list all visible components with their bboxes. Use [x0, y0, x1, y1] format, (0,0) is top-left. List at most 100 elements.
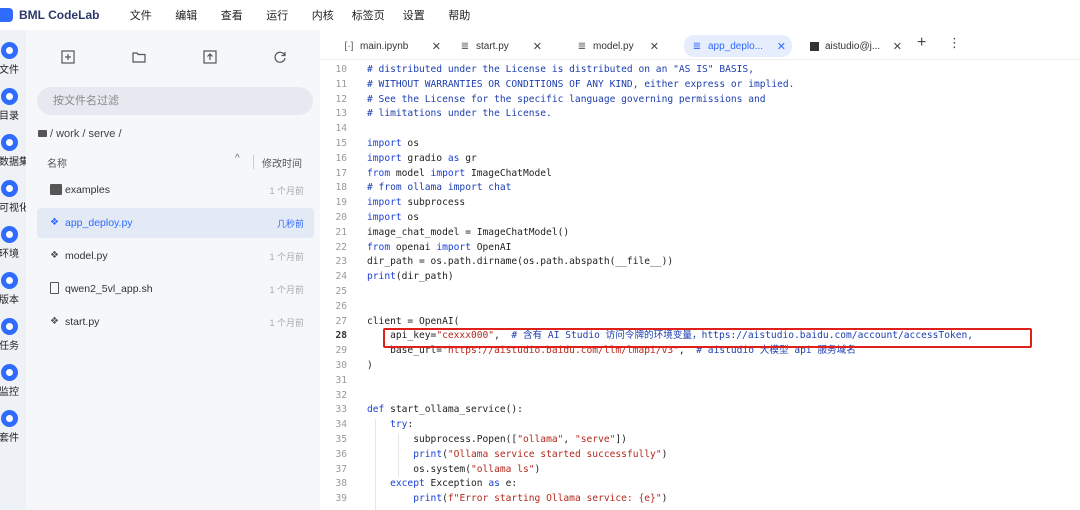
code-token: subprocess.Popen([	[367, 434, 518, 445]
new-folder-icon[interactable]	[131, 50, 147, 66]
activity-task[interactable]: 任务	[0, 318, 26, 352]
code-line[interactable]: 36 print("Ollama service started success…	[320, 448, 1080, 463]
code-line[interactable]: 38 except Exception as e:	[320, 477, 1080, 492]
activity-monitor[interactable]: 监控	[0, 364, 26, 398]
close-icon[interactable]: ✕	[432, 40, 441, 53]
terminal-icon	[810, 41, 819, 51]
code-line[interactable]: 14	[320, 122, 1080, 137]
new-launcher-icon[interactable]	[60, 50, 76, 66]
code-line[interactable]: 21 image_chat_model = ImageChatModel()	[320, 226, 1080, 241]
code-line[interactable]: 17 from model import ImageChatModel	[320, 167, 1080, 182]
line-number: 22	[335, 241, 347, 253]
upload-icon[interactable]	[202, 50, 218, 66]
menu-tabs[interactable]: 标签页	[346, 7, 392, 23]
close-icon[interactable]: ✕	[893, 40, 902, 53]
code-line[interactable]: 24 print(dir_path)	[320, 270, 1080, 285]
tab-terminal[interactable]: aistudio@j... ✕	[808, 35, 908, 57]
code-token: import	[367, 152, 402, 164]
column-name[interactable]: 名称	[47, 155, 67, 170]
code-line[interactable]: 34 try:	[320, 418, 1080, 433]
folder-icon	[50, 184, 62, 195]
tab-start-py[interactable]: ≣ start.py ✕	[458, 35, 548, 57]
activity-toc[interactable]: 目录	[0, 88, 26, 122]
code-line[interactable]: 30)	[320, 359, 1080, 374]
code-line[interactable]: 35 subprocess.Popen(["ollama", "serve"])	[320, 433, 1080, 448]
code-line[interactable]: 37 os.system("ollama ls")	[320, 463, 1080, 478]
breadcrumb: / work / serve /	[38, 128, 122, 140]
text-file-icon: ≣	[577, 40, 587, 52]
code-line[interactable]: 19 import subprocess	[320, 196, 1080, 211]
file-row-model[interactable]: ❖ model.py 1 个月前	[37, 241, 314, 271]
activity-suite[interactable]: 套件	[0, 410, 26, 444]
close-icon[interactable]: ✕	[533, 40, 542, 53]
menu-file[interactable]: 文件	[118, 7, 164, 23]
file-name: qwen2_5vl_app.sh	[65, 283, 153, 295]
line-source: import os	[367, 211, 419, 226]
code-line[interactable]: 11 # WITHOUT WARRANTIES OR CONDITIONS OF …	[320, 78, 1080, 93]
code-token: e:	[499, 478, 518, 490]
file-row-qwen-sh[interactable]: qwen2_5vl_app.sh 1 个月前	[37, 274, 314, 304]
sort-caret-icon[interactable]: ^	[235, 153, 240, 164]
activity-label: 目录	[0, 111, 19, 122]
code-line[interactable]: 39 print(f"Error starting Ollama service…	[320, 492, 1080, 507]
menu-kernel[interactable]: 内核	[300, 7, 346, 23]
column-divider	[253, 155, 254, 169]
code-line[interactable]: 32	[320, 389, 1080, 404]
close-icon[interactable]: ✕	[777, 40, 786, 53]
code-line[interactable]: 18 # from ollama import chat	[320, 181, 1080, 196]
code-token: f"Error starting Ollama service: {e}"	[447, 493, 662, 505]
column-modified[interactable]: 修改时间	[262, 155, 302, 170]
code-line[interactable]: 23 dir_path = os.path.dirname(os.path.abs…	[320, 255, 1080, 270]
activity-version[interactable]: 版本	[0, 272, 26, 306]
activity-label: 监控	[0, 387, 19, 398]
tab-main-ipynb[interactable]: [·] main.ipynb ✕	[342, 35, 447, 57]
activity-files[interactable]: 文件	[0, 42, 26, 76]
line-source: try:	[367, 418, 413, 433]
activity-visualization[interactable]: 可视化	[0, 180, 29, 214]
tab-app-deploy[interactable]: ≣ app_deplo... ✕	[684, 35, 792, 57]
code-line[interactable]: 10 # distributed under the License is dis…	[320, 63, 1080, 78]
code-line[interactable]: 12 # See the License for the specific lan…	[320, 93, 1080, 108]
menu-view[interactable]: 查看	[209, 7, 255, 23]
code-token: # WITHOUT WARRANTIES OR CONDITIONS OF AN…	[367, 78, 795, 90]
menu-run[interactable]: 运行	[255, 7, 301, 23]
line-number: 29	[335, 345, 347, 357]
menu-edit[interactable]: 编辑	[164, 7, 210, 23]
line-source: from openai import OpenAI	[367, 241, 511, 256]
add-tab-icon[interactable]: +	[917, 34, 926, 52]
breadcrumb-path[interactable]: / work / serve /	[50, 128, 122, 140]
activity-dataset[interactable]: 数据集	[0, 134, 29, 168]
code-line[interactable]: 25	[320, 285, 1080, 300]
code-line[interactable]: 22 from openai import OpenAI	[320, 241, 1080, 256]
home-folder-icon[interactable]	[38, 130, 47, 137]
code-line[interactable]: 20 import os	[320, 211, 1080, 226]
line-number: 30	[335, 360, 347, 371]
refresh-icon[interactable]	[272, 50, 288, 66]
code-line[interactable]: 16 import gradio as gr	[320, 152, 1080, 167]
activity-environment[interactable]: 环境	[0, 226, 26, 260]
folder-icon	[1, 42, 18, 59]
code-line[interactable]: 15 import os	[320, 137, 1080, 152]
code-editor[interactable]: 10 # distributed under the License is dis…	[320, 60, 1080, 510]
tab-model-py[interactable]: ≣ model.py ✕	[575, 35, 665, 57]
line-number: 35	[335, 434, 347, 445]
code-line[interactable]: 26	[320, 300, 1080, 315]
file-row-examples[interactable]: examples 1 个月前	[37, 175, 314, 205]
code-token: client = OpenAI(	[367, 315, 460, 327]
file-filter-input[interactable]	[37, 87, 313, 115]
code-line[interactable]: 33 def start_ollama_service():	[320, 403, 1080, 418]
code-token: from	[367, 241, 391, 253]
more-options-icon[interactable]: ⋮	[948, 35, 961, 51]
code-token: # from ollama import chat	[367, 182, 512, 194]
line-source: except Exception as e:	[367, 477, 517, 492]
line-source: def start_ollama_service():	[367, 403, 523, 418]
code-line[interactable]: 13 # limitations under the License.	[320, 107, 1080, 122]
file-row-start[interactable]: ❖ start.py 1 个月前	[37, 307, 314, 337]
menu-help[interactable]: 帮助	[437, 7, 483, 23]
menu-settings[interactable]: 设置	[391, 7, 437, 23]
close-icon[interactable]: ✕	[650, 40, 659, 53]
code-line[interactable]: 31	[320, 374, 1080, 389]
file-row-app-deploy[interactable]: ❖ app_deploy.py 几秒前	[37, 208, 314, 238]
